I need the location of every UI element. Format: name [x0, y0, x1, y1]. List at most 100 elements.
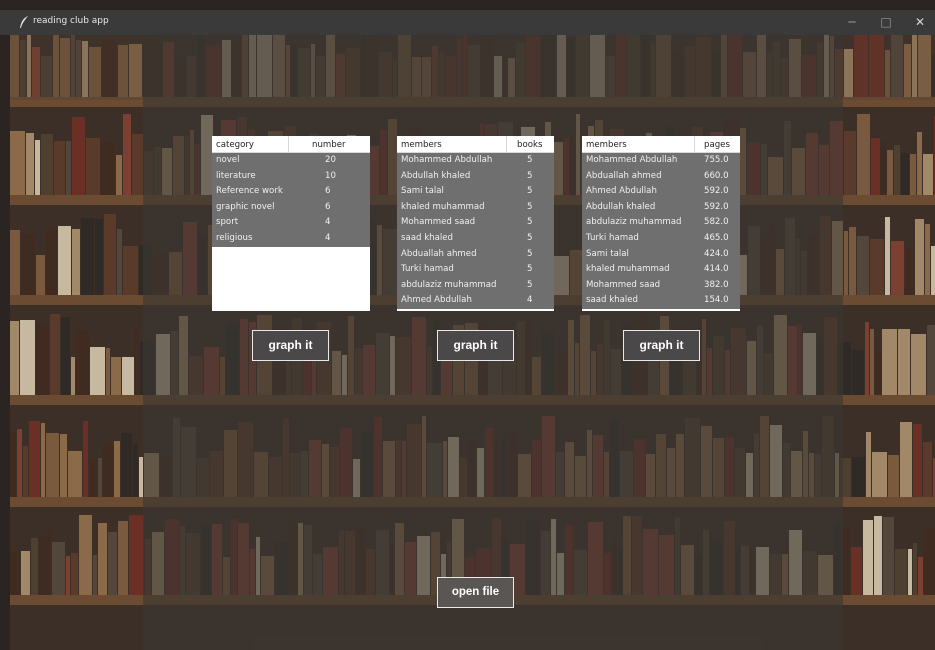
book-spine — [60, 434, 67, 497]
cell-name: Ahmed Abdullah — [401, 295, 472, 306]
book-spine — [852, 457, 865, 497]
table-header: members pages — [582, 136, 740, 153]
book-spine — [26, 133, 34, 195]
book-spine — [913, 543, 917, 595]
book-spine — [118, 521, 128, 595]
table-row[interactable]: Abdullah khaled 5 — [397, 168, 554, 185]
table-row[interactable]: saad khaled 154.0 — [582, 293, 740, 309]
table-row[interactable]: religious 4 — [212, 231, 370, 247]
book-spine — [927, 325, 935, 395]
book-spine — [72, 117, 85, 195]
table-row[interactable]: Abduallah ahmed 5 — [397, 246, 554, 263]
book-spine — [104, 214, 116, 295]
pages-table[interactable]: members pages Mohammed Abdullah 755.0 Abdu… — [582, 136, 740, 311]
cell-name: saad khaled — [401, 233, 454, 243]
book-spine — [844, 231, 848, 295]
book-spine — [81, 218, 94, 295]
table-row[interactable]: saad khaled 5 — [397, 231, 554, 247]
table-row[interactable]: khaled muhammad 414.0 — [582, 262, 740, 278]
category-table[interactable]: category number novel 20 literature 10 Refer… — [212, 136, 370, 311]
table-row[interactable]: Abdullah khaled 592.0 — [582, 199, 740, 216]
book-spine — [95, 219, 103, 295]
maximize-button[interactable]: □ — [869, 10, 903, 35]
table-row[interactable]: Abduallah ahmed 660.0 — [582, 168, 740, 185]
book-spine — [68, 451, 82, 497]
book-spine — [891, 241, 904, 295]
books-table[interactable]: members books Mohammed Abdullah 5 Abdullah… — [397, 136, 554, 311]
open-file-button[interactable]: open file — [437, 577, 514, 608]
cell-value: 6 — [325, 186, 331, 197]
column-header-category[interactable]: category — [216, 140, 254, 150]
cell-value: 4 — [325, 217, 331, 228]
column-header-members[interactable]: members — [586, 140, 627, 150]
book-spine — [918, 557, 923, 595]
table-row[interactable]: Reference work 6 — [212, 184, 370, 200]
table-row[interactable]: abdulaziz muhammad 582.0 — [582, 215, 740, 231]
book-spine — [870, 239, 884, 295]
book-spine — [910, 154, 916, 195]
book-spine — [58, 226, 71, 295]
book-spine — [46, 433, 59, 497]
table-row[interactable]: abdulaziz muhammad 5 — [397, 277, 554, 294]
column-header-books[interactable]: books — [517, 140, 542, 150]
cell-name: abdulaziz muhammad — [401, 279, 497, 290]
table-row[interactable]: Ahmed Abdullah 4 — [397, 293, 554, 309]
table-header: members books — [397, 136, 554, 153]
table-row[interactable]: Sami talal 5 — [397, 184, 554, 200]
table-row[interactable]: Turki hamad 465.0 — [582, 231, 740, 247]
cell-value: 4 — [325, 233, 331, 243]
book-spine — [79, 515, 92, 595]
cell-value: 465.0 — [704, 233, 729, 243]
book-spine — [66, 556, 70, 595]
table-row[interactable]: sport 4 — [212, 215, 370, 231]
book-spine — [911, 334, 926, 395]
book-spine — [29, 421, 40, 497]
cell-value: 755.0 — [704, 155, 729, 165]
table-row[interactable]: Mohammed Abdullah 5 — [397, 153, 554, 169]
book-spine — [870, 329, 874, 395]
book-spine — [882, 329, 897, 395]
book-spine — [36, 255, 45, 295]
cell-name: Abdullah khaled — [401, 170, 471, 181]
column-header-number[interactable]: number — [312, 140, 346, 150]
minimize-button[interactable]: ─ — [835, 10, 869, 35]
book-spine — [872, 452, 887, 497]
table-row[interactable]: novel 20 — [212, 153, 370, 169]
table-row[interactable]: Mohammed Abdullah 755.0 — [582, 153, 740, 169]
cell-value: 154.0 — [704, 295, 729, 306]
cell-name: Abdullah khaled — [586, 201, 656, 212]
cell-value: 5 — [527, 264, 533, 275]
graph-pages-button[interactable]: graph it — [623, 330, 700, 361]
column-header-pages[interactable]: pages — [704, 140, 730, 150]
table-row[interactable]: Mohammed saad 5 — [397, 215, 554, 231]
book-spine — [76, 330, 89, 395]
book-spine — [10, 131, 25, 195]
book-spine — [71, 553, 78, 595]
book-spine — [98, 458, 102, 497]
book-spine — [915, 219, 924, 295]
table-row[interactable]: khaled muhammad 5 — [397, 199, 554, 216]
book-spine — [108, 532, 117, 595]
graph-books-button[interactable]: graph it — [437, 330, 514, 361]
book-spine — [129, 515, 144, 595]
book-spine — [863, 520, 873, 595]
column-header-members[interactable]: members — [401, 140, 442, 150]
book-spine — [923, 154, 933, 195]
graph-category-button[interactable]: graph it — [252, 330, 329, 361]
book-spine — [103, 443, 113, 497]
cell-value: 5 — [527, 170, 533, 181]
cell-name: Turki hamad — [586, 233, 639, 243]
book-spine — [849, 227, 856, 295]
cell-name: saad khaled — [586, 295, 639, 306]
close-button[interactable]: ✕ — [903, 10, 935, 35]
table-row[interactable]: Mohammed saad 382.0 — [582, 277, 740, 294]
book-spine — [101, 142, 115, 195]
book-spine — [857, 236, 869, 295]
table-row[interactable]: graphic novel 6 — [212, 199, 370, 216]
table-row[interactable]: Ahmed Abdullah 592.0 — [582, 184, 740, 200]
cell-name: graphic novel — [216, 201, 275, 212]
table-row[interactable]: literature 10 — [212, 168, 370, 185]
book-spine — [875, 352, 881, 395]
table-row[interactable]: Sami talal 424.0 — [582, 246, 740, 263]
table-row[interactable]: Turki hamad 5 — [397, 262, 554, 278]
